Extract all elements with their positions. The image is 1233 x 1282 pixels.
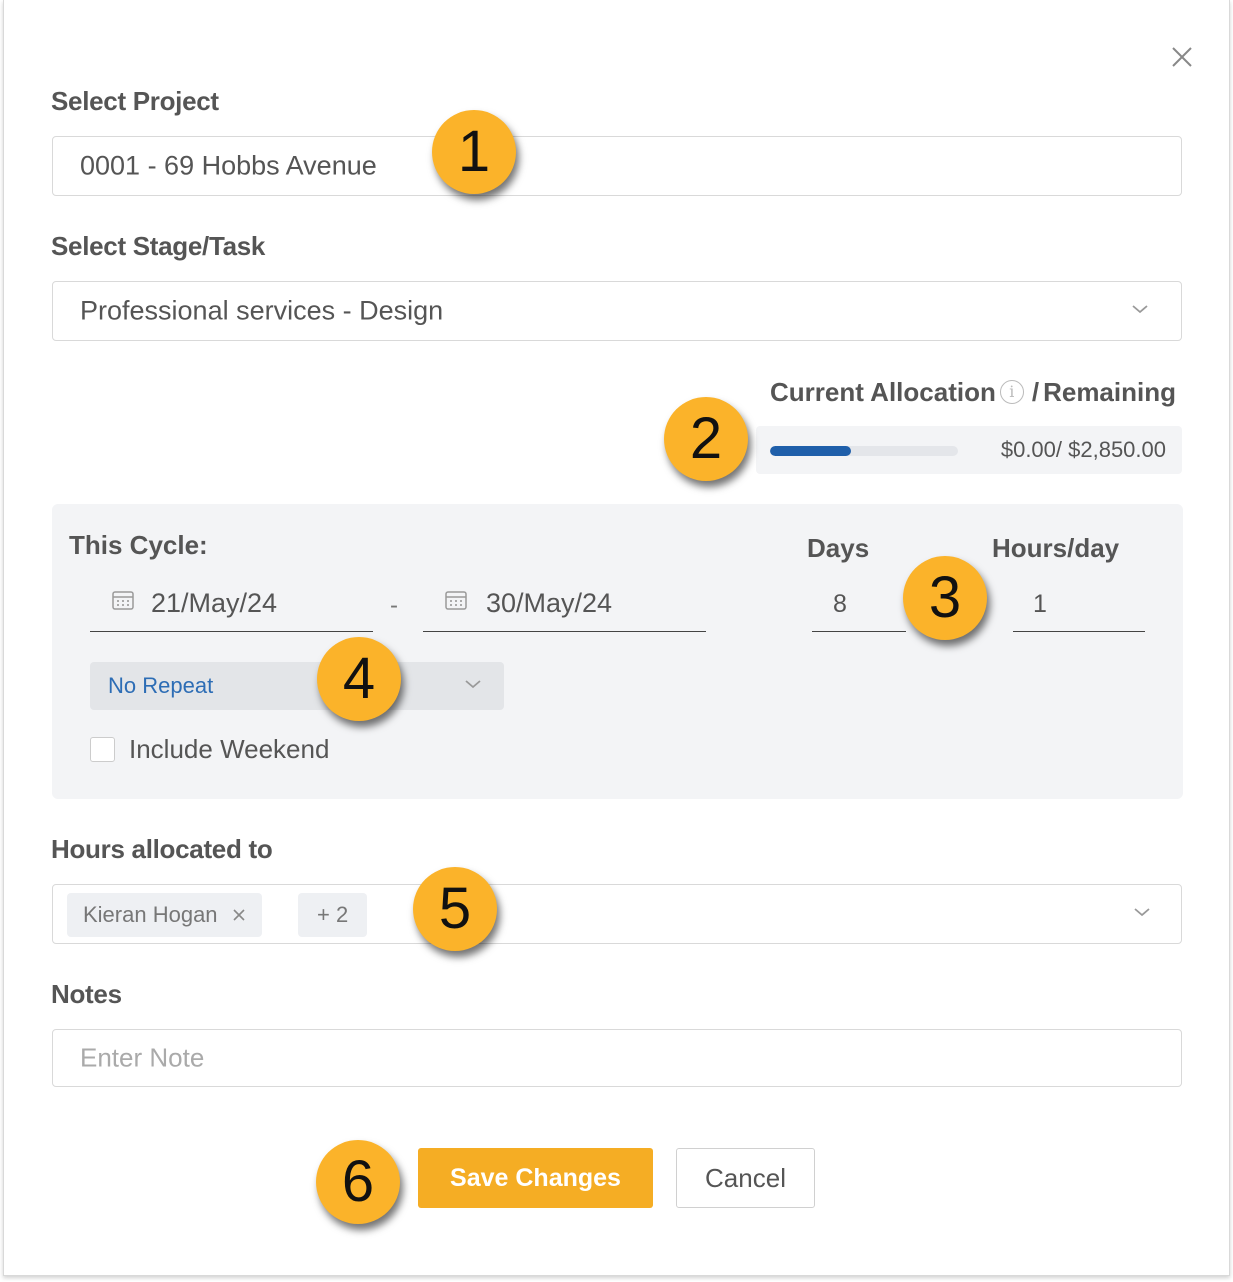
days-value: 8	[833, 590, 847, 618]
hours-per-day-label: Hours/day	[992, 533, 1120, 563]
chevron-down-icon	[1131, 302, 1149, 320]
hours-per-day-value: 1	[1033, 590, 1047, 618]
close-icon[interactable]	[1169, 44, 1195, 70]
cycle-label: This Cycle:	[69, 530, 208, 560]
hours-per-day-input[interactable]: 1	[1013, 588, 1145, 632]
start-date-value: 21/May/24	[151, 588, 278, 618]
days-input[interactable]: 8	[812, 588, 906, 632]
cycle-panel: This Cycle: Days Hours/day 21/May/24 - 3…	[52, 504, 1183, 799]
allocation-separator: /	[1031, 376, 1040, 407]
project-label: Select Project	[51, 86, 219, 116]
close-icon[interactable]	[232, 902, 246, 928]
save-changes-button[interactable]: Save Changes	[418, 1148, 653, 1208]
chevron-down-icon	[1133, 905, 1151, 923]
project-select[interactable]: 0001 - 69 Hobbs Avenue	[52, 136, 1182, 196]
callout-badge-1: 1	[432, 110, 516, 194]
callout-badge-2: 2	[664, 397, 748, 481]
include-weekend-label: Include Weekend	[129, 734, 330, 764]
assignee-tag-label: Kieran Hogan	[83, 902, 218, 927]
allocation-header: Current Allocation i / Remaining	[770, 372, 1176, 412]
start-date-input[interactable]: 21/May/24	[90, 588, 373, 632]
chevron-down-icon	[464, 677, 482, 695]
stage-value: Professional services - Design	[80, 295, 444, 326]
notes-label: Notes	[51, 979, 122, 1009]
allocation-box: $0.00/ $2,850.00	[756, 426, 1182, 474]
cancel-button[interactable]: Cancel	[676, 1148, 815, 1208]
allocation-progress-bar	[770, 446, 958, 456]
callout-badge-4: 4	[317, 637, 401, 721]
end-date-value: 30/May/24	[486, 588, 613, 618]
allocation-current-label: Current Allocation	[770, 376, 996, 407]
info-icon[interactable]: i	[999, 380, 1024, 404]
notes-input[interactable]: Enter Note	[52, 1029, 1182, 1087]
stage-select[interactable]: Professional services - Design	[52, 281, 1182, 341]
callout-badge-5: 5	[413, 867, 497, 951]
date-separator: -	[390, 592, 398, 619]
allocation-amount: $0.00/ $2,850.00	[1000, 437, 1166, 462]
days-label: Days	[807, 533, 870, 563]
allocation-progress-fill	[770, 446, 851, 456]
notes-placeholder: Enter Note	[80, 1042, 205, 1073]
include-weekend-row: Include Weekend	[90, 734, 329, 765]
edit-allocation-dialog: Select Project 0001 - 69 Hobbs Avenue Se…	[3, 0, 1230, 1276]
project-value: 0001 - 69 Hobbs Avenue	[80, 150, 377, 181]
assignees-select[interactable]: Kieran Hogan + 2	[52, 884, 1182, 944]
stage-label: Select Stage/Task	[51, 231, 266, 261]
end-date-input[interactable]: 30/May/24	[423, 588, 706, 632]
more-assignees-count: + 2	[317, 902, 349, 927]
callout-badge-6: 6	[316, 1140, 400, 1224]
repeat-select[interactable]: No Repeat	[90, 662, 504, 710]
include-weekend-checkbox[interactable]	[90, 737, 115, 762]
assignee-tag: Kieran Hogan	[67, 893, 262, 937]
calendar-icon	[111, 589, 135, 616]
repeat-value: No Repeat	[108, 673, 214, 698]
assignees-label: Hours allocated to	[51, 834, 273, 864]
callout-badge-3: 3	[903, 556, 987, 640]
more-assignees-tag[interactable]: + 2	[298, 893, 368, 937]
calendar-icon	[444, 589, 468, 616]
allocation-remaining-label: Remaining	[1043, 376, 1176, 407]
